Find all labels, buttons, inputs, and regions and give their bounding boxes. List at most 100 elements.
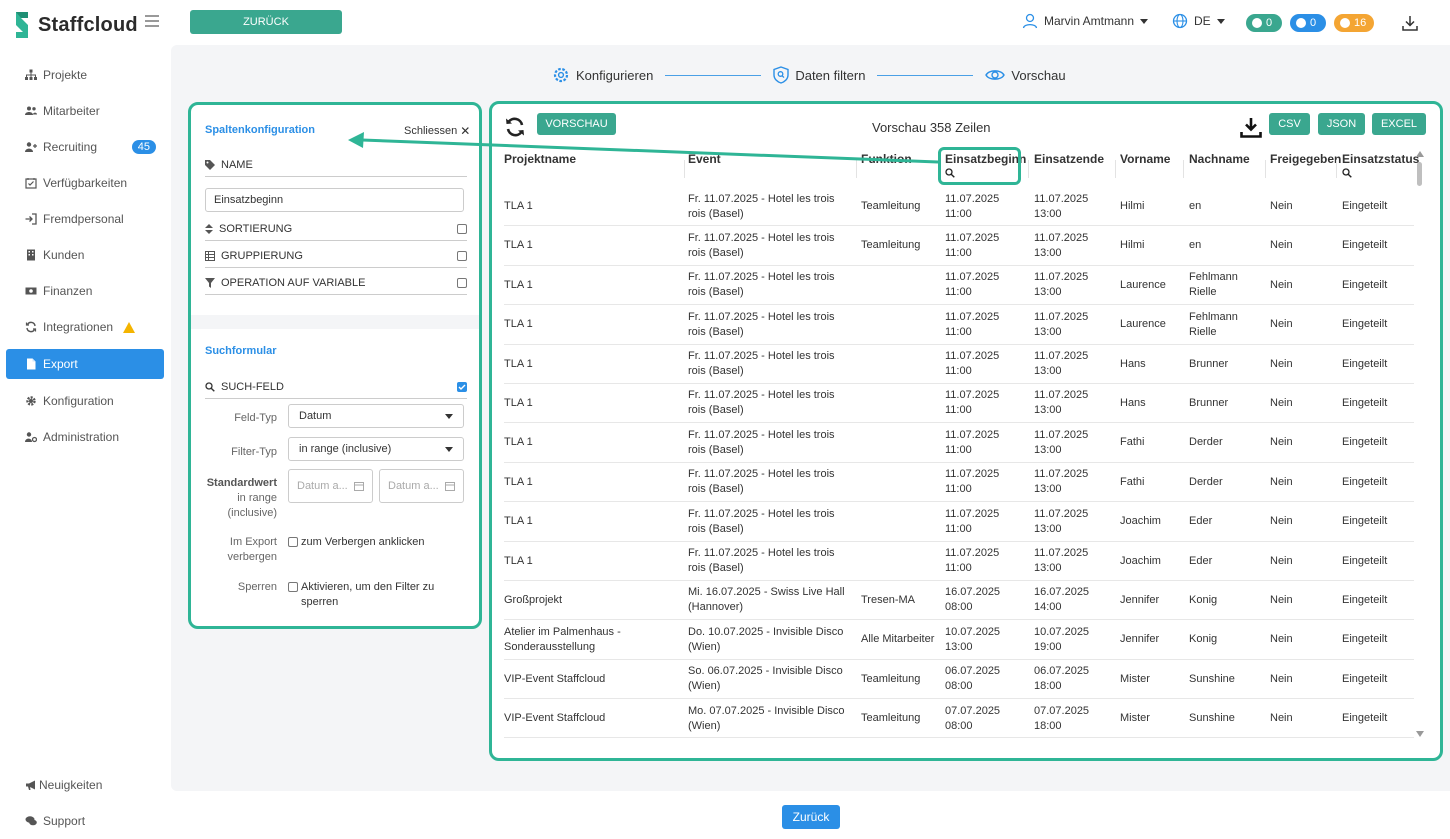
- table-row[interactable]: TLA 1 Fr. 11.07.2025 - Hotel les trois ro…: [504, 187, 1414, 227]
- close-config-button[interactable]: Schliessen ✕: [404, 124, 470, 138]
- column-header-freigegeben[interactable]: Freigegeben: [1270, 152, 1341, 166]
- sidebar-item-mitarbeiter[interactable]: Mitarbeiter: [6, 96, 164, 126]
- table-row[interactable]: VIP-Event Staffcloud So. 06.07.2025 - Inv…: [504, 660, 1414, 700]
- messages-count: 0: [1266, 17, 1273, 29]
- table-row[interactable]: TLA 1 Fr. 11.07.2025 - Hotel les trois ro…: [504, 502, 1414, 542]
- messages-badge[interactable]: 0: [1246, 14, 1282, 32]
- column-header-projektname[interactable]: Projektname: [504, 152, 576, 166]
- cell-einsatzstatus: Eingeteilt: [1342, 239, 1388, 252]
- cell-event: Fr. 11.07.2025 - Hotel les trois rois (B…: [688, 271, 835, 299]
- lock-filter-checkbox[interactable]: [288, 582, 298, 592]
- sidebar-item-kunden[interactable]: Kunden: [6, 240, 164, 270]
- column-header-einsatzstatus[interactable]: Einsatzstatus: [1342, 152, 1419, 178]
- operation-checkbox[interactable]: [457, 277, 467, 288]
- cell-nachname: Konig: [1189, 593, 1218, 606]
- cell-einsatzstatus: Eingeteilt: [1342, 633, 1388, 646]
- column-header-einsatzende[interactable]: Einsatzende: [1034, 152, 1104, 166]
- menu-toggle-icon[interactable]: [145, 15, 159, 27]
- cell-event: Fr. 11.07.2025 - Hotel les trois rois (B…: [688, 192, 835, 220]
- sort-icon: [205, 223, 213, 234]
- date-to-input[interactable]: Datum a...: [379, 469, 464, 503]
- sidebar-item-integrationen[interactable]: Integrationen: [6, 312, 164, 342]
- json-export-button[interactable]: JSON: [1318, 113, 1365, 135]
- csv-export-button[interactable]: CSV: [1269, 113, 1310, 135]
- sidebar-item-finanzen[interactable]: Finanzen: [6, 276, 164, 306]
- lock-filter-toggle[interactable]: Aktivieren, um den Filter zu sperren: [288, 580, 463, 610]
- sidebar-item-export[interactable]: Export: [6, 349, 164, 379]
- filter-type-select[interactable]: in range (inclusive): [288, 437, 464, 461]
- back-button-top[interactable]: ZURÜCK: [190, 10, 342, 34]
- search-icon: [205, 381, 215, 392]
- column-name-input[interactable]: [205, 188, 464, 212]
- sidebar-item-support[interactable]: Support: [6, 806, 164, 836]
- column-header-funktion[interactable]: Funktion: [861, 152, 912, 166]
- cell-freigegeben: Nein: [1270, 593, 1293, 606]
- table-row[interactable]: TLA 1 Fr. 11.07.2025 - Hotel les trois ro…: [504, 305, 1414, 345]
- table-row[interactable]: TLA 1 Fr. 11.07.2025 - Hotel les trois ro…: [504, 542, 1414, 581]
- hide-in-export-toggle[interactable]: zum Verbergen anklicken: [288, 535, 425, 550]
- field-type-value: Datum: [299, 410, 332, 422]
- back-button-bottom[interactable]: Zurück: [782, 805, 840, 829]
- cell-projektname: TLA 1: [504, 239, 533, 252]
- sidebar-item-recruiting[interactable]: Recruiting 45: [6, 132, 164, 162]
- table-row[interactable]: TLA 1 Fr. 11.07.2025 - Hotel les trois ro…: [504, 423, 1414, 463]
- scroll-down-arrow[interactable]: [1416, 731, 1424, 737]
- table-row[interactable]: Atelier im Palmenhaus - Sonderausstellun…: [504, 620, 1414, 660]
- cell-nachname: Derder: [1189, 475, 1223, 488]
- language-selector[interactable]: DE: [1172, 13, 1225, 29]
- sidebar-item-verfuegbarkeiten[interactable]: Verfügbarkeiten: [6, 168, 164, 198]
- sidebar-item-label: Projekte: [43, 68, 88, 82]
- section-divider: [191, 315, 479, 329]
- cell-funktion: Teamleitung: [861, 200, 921, 212]
- preview-button[interactable]: VORSCHAU: [537, 113, 616, 135]
- search-field-checkbox[interactable]: [457, 381, 467, 392]
- cell-funktion: Teamleitung: [861, 712, 921, 725]
- user-menu[interactable]: Marvin Amtmann: [1022, 13, 1149, 29]
- column-header-vorname[interactable]: Vorname: [1120, 152, 1170, 166]
- table-row[interactable]: VIP-Event Staffcloud Mo. 07.07.2025 - Inv…: [504, 699, 1414, 739]
- search-icon[interactable]: [1342, 168, 1352, 178]
- table-row[interactable]: TLA 1 Fr. 11.07.2025 - Hotel les trois ro…: [504, 226, 1414, 266]
- sidebar-item-fremdpersonal[interactable]: Fremdpersonal: [6, 204, 164, 234]
- cell-projektname: TLA 1: [504, 515, 533, 528]
- column-header-einsatzbeginn[interactable]: Einsatzbeginn: [945, 152, 1026, 178]
- table-row[interactable]: TLA 1 Fr. 11.07.2025 - Hotel les trois ro…: [504, 345, 1414, 384]
- step-konfigurieren[interactable]: Konfigurieren: [552, 66, 653, 84]
- cell-freigegeben: Nein: [1270, 515, 1293, 528]
- step-vorschau[interactable]: Vorschau: [985, 68, 1066, 83]
- hide-in-export-checkbox[interactable]: [288, 537, 298, 547]
- column-header-event[interactable]: Event: [688, 152, 721, 166]
- download-export-icon[interactable]: [1240, 116, 1262, 138]
- chat-icon: [1252, 18, 1262, 28]
- gear-icon: [26, 396, 36, 406]
- cell-freigegeben: Nein: [1270, 672, 1293, 685]
- refresh-icon[interactable]: [504, 116, 526, 138]
- table-row[interactable]: Großprojekt Mi. 16.07.2025 - Swiss Live H…: [504, 581, 1414, 621]
- sidebar-item-neuigkeiten[interactable]: Neuigkeiten: [6, 770, 164, 800]
- table-row[interactable]: TLA 1 Fr. 11.07.2025 - Hotel les trois ro…: [504, 266, 1414, 306]
- excel-export-button[interactable]: EXCEL: [1372, 113, 1426, 135]
- megaphone-icon: [26, 780, 35, 790]
- group-checkbox[interactable]: [457, 250, 467, 261]
- field-type-select[interactable]: Datum: [288, 404, 464, 428]
- logo[interactable]: Staffcloud: [12, 10, 138, 40]
- search-icon[interactable]: [945, 168, 955, 178]
- table-row[interactable]: TLA 1 Fr. 11.07.2025 - Hotel les trois ro…: [504, 463, 1414, 503]
- step-daten-filtern[interactable]: Daten filtern: [773, 66, 865, 84]
- sort-checkbox[interactable]: [457, 223, 467, 234]
- download-icon[interactable]: [1401, 14, 1419, 32]
- alerts-badge[interactable]: 16: [1334, 14, 1374, 32]
- cell-event: Fr. 11.07.2025 - Hotel les trois rois (B…: [688, 507, 835, 535]
- sidebar-item-projekte[interactable]: Projekte: [6, 60, 164, 90]
- scrollbar-thumb[interactable]: [1417, 162, 1422, 186]
- scroll-up-arrow[interactable]: [1416, 151, 1424, 157]
- cell-einsatzende: 11.07.2025 13:00: [1034, 231, 1089, 259]
- cell-nachname: Brunner: [1189, 357, 1229, 370]
- sidebar-item-konfiguration[interactable]: Konfiguration: [6, 386, 164, 416]
- column-header-nachname[interactable]: Nachname: [1189, 152, 1250, 166]
- sidebar-item-administration[interactable]: Administration: [6, 422, 164, 452]
- table-row[interactable]: TLA 1 Fr. 11.07.2025 - Hotel les trois ro…: [504, 384, 1414, 424]
- notifications-badge[interactable]: 0: [1290, 14, 1326, 32]
- date-from-input[interactable]: Datum a...: [288, 469, 373, 503]
- cell-nachname: Sunshine: [1189, 672, 1235, 685]
